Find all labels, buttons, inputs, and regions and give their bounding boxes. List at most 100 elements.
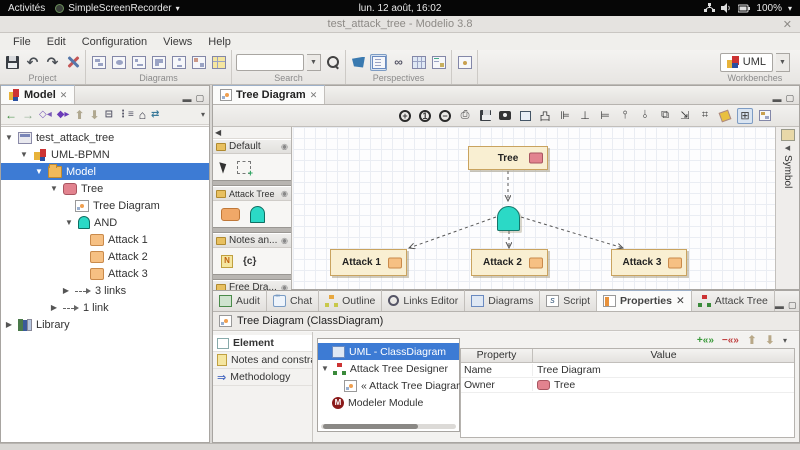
tab-properties[interactable]: Properties ✕	[597, 290, 692, 311]
menu-help[interactable]: Help	[201, 35, 238, 49]
tree-item-library[interactable]: ▶ Library	[1, 316, 209, 333]
table-row-owner[interactable]: Owner Tree	[461, 378, 794, 393]
menu-file[interactable]: File	[6, 35, 38, 49]
grid-toggle-button[interactable]: ⊞	[737, 107, 753, 124]
select-tool-icon[interactable]	[219, 160, 229, 174]
side-tab-element[interactable]: Element	[213, 335, 312, 352]
window-settings-button[interactable]	[456, 54, 473, 71]
column-property[interactable]: Property	[461, 349, 533, 362]
minimize-editor-button[interactable]: ▬	[772, 94, 781, 104]
search-dropdown-button[interactable]: ▼	[307, 53, 321, 71]
remove-stereotype-button[interactable]: −«»	[722, 335, 739, 346]
tree-item-attack1[interactable]: Attack 1	[1, 231, 209, 248]
properties-tab-close-icon[interactable]: ✕	[676, 295, 685, 307]
print-button[interactable]: ⎙	[457, 108, 473, 124]
workbench-selector[interactable]: UML	[719, 52, 773, 72]
table-menu-button[interactable]: ▾	[783, 336, 787, 345]
move-down-button[interactable]: ⬇	[90, 108, 100, 122]
align-left-button[interactable]: ⊫	[557, 108, 573, 124]
and-gate-tool-icon[interactable]	[250, 205, 265, 223]
node-attack-2[interactable]: Attack 2	[471, 249, 548, 276]
clock[interactable]: lun. 12 août, 16:02	[0, 3, 800, 14]
maximize-bottom-button[interactable]: ▢	[788, 300, 797, 311]
expand-arrow-icon[interactable]: ▼	[321, 364, 329, 373]
bpmn-diagram-button[interactable]	[190, 54, 207, 71]
side-tab-notes[interactable]: Notes and constraints	[213, 352, 312, 369]
window-close-button[interactable]: ✕	[783, 16, 792, 33]
tree-item-umlbpmn[interactable]: ▼ UML-BPMN	[1, 146, 209, 163]
tree-item-1link[interactable]: ▶ 1 link	[1, 299, 209, 316]
module-hscrollbar[interactable]	[321, 424, 456, 429]
sync-tree-button[interactable]: ⇄	[151, 109, 159, 120]
module-item-modeler-module[interactable]: M Modeler Module	[318, 394, 459, 411]
tab-model[interactable]: Model ✕	[1, 85, 76, 104]
diagram-properties-button[interactable]	[757, 108, 773, 124]
menu-edit[interactable]: Edit	[40, 35, 73, 49]
state-diagram-button[interactable]	[150, 54, 167, 71]
redo-button[interactable]: ↷	[44, 54, 61, 71]
format-painter-button[interactable]	[717, 108, 733, 124]
collapse-all-button[interactable]: ⊟	[105, 109, 113, 120]
link-with-editor-button[interactable]: ⋮≡	[118, 109, 134, 120]
pin-icon[interactable]: ◉	[281, 236, 288, 245]
center-horizontal-button[interactable]: ⫰	[637, 108, 653, 124]
search-input[interactable]	[236, 53, 304, 71]
minimize-bottom-button[interactable]: ▬	[775, 301, 784, 311]
module-item-uml-classdiagram[interactable]: UML - ClassDiagram	[318, 343, 459, 360]
node-attack-1[interactable]: Attack 1	[330, 249, 407, 276]
tab-diagrams[interactable]: Diagrams	[465, 290, 541, 311]
palette-section-attack-tree[interactable]: Attack Tree ◉	[213, 186, 291, 201]
add-stereotype-button[interactable]: +«»	[697, 335, 714, 346]
system-menu-chevron-icon[interactable]: ▾	[788, 4, 792, 13]
move-up-button[interactable]: ⬆	[747, 333, 757, 347]
view-menu-button[interactable]: ▾	[201, 110, 205, 119]
forward-button[interactable]: →	[22, 108, 34, 122]
column-value[interactable]: Value	[533, 349, 794, 362]
tree-item-project[interactable]: ▼ test_attack_tree	[1, 129, 209, 146]
pin-icon[interactable]: ◉	[281, 189, 288, 198]
palette-collapse-button[interactable]: ◀	[213, 127, 291, 139]
sequence-diagram-button[interactable]	[130, 54, 147, 71]
node-tree[interactable]: Tree	[468, 146, 548, 170]
fit-size-button[interactable]: ⇲	[677, 108, 693, 124]
tab-attack-tree[interactable]: Attack Tree	[692, 290, 775, 311]
frame-button[interactable]: ⌗	[697, 108, 713, 124]
table-row-name[interactable]: Name Tree Diagram	[461, 363, 794, 378]
constraint-tool-icon[interactable]: {c}	[243, 256, 256, 267]
zoom-100-button[interactable]: 1	[417, 108, 433, 124]
center-vertical-button[interactable]: ⫯	[617, 108, 633, 124]
same-size-button[interactable]: ⧉	[657, 108, 673, 124]
tab-script[interactable]: Script	[540, 290, 598, 311]
symbol-collapse-icon[interactable]: ◀	[785, 144, 790, 152]
minimize-explorer-button[interactable]: ▬	[182, 94, 191, 104]
tab-chat[interactable]: Chat	[267, 290, 320, 311]
tab-links-editor[interactable]: Links Editor	[382, 290, 466, 311]
module-item-attack-tree-diagram[interactable]: « Attack Tree Diagram »	[318, 377, 474, 394]
model-perspective-button[interactable]	[350, 54, 367, 71]
node-and-gate[interactable]	[497, 206, 520, 231]
pin-icon[interactable]: ◉	[281, 142, 288, 151]
tab-tree-diagram[interactable]: Tree Diagram ✕	[213, 85, 326, 104]
zoom-in-button[interactable]: +	[397, 108, 413, 124]
marquee-tool-icon[interactable]	[237, 160, 253, 178]
back-button[interactable]: ←	[5, 108, 17, 122]
menu-configuration[interactable]: Configuration	[75, 35, 154, 49]
tab-symbol[interactable]: Symbol	[782, 155, 793, 188]
align-right-button[interactable]: ⊨	[597, 108, 613, 124]
links-perspective-button[interactable]: ∞	[390, 54, 407, 71]
diagram-canvas[interactable]: Tree Attack 1 Attack 2 Attack 3	[293, 127, 775, 289]
move-down-button[interactable]: ⬇	[765, 333, 775, 347]
note-tool-icon[interactable]: N	[221, 254, 233, 268]
activity-diagram-button[interactable]	[170, 54, 187, 71]
module-item-attack-tree-designer[interactable]: ▼ Attack Tree Designer	[318, 360, 459, 377]
configure-button[interactable]	[64, 54, 81, 71]
undo-button[interactable]: ↶	[24, 54, 41, 71]
tab-outline[interactable]: Outline	[319, 290, 383, 311]
class-diagram-button[interactable]	[90, 54, 107, 71]
hierarchy-perspective-button[interactable]	[430, 54, 447, 71]
align-bottom-button[interactable]: ⊥	[577, 108, 593, 124]
tree-item-tree[interactable]: ▼ Tree	[1, 180, 209, 197]
tree-item-tree-diagram[interactable]: Tree Diagram	[1, 197, 209, 214]
palette-section-notes[interactable]: Notes an... ◉	[213, 233, 291, 248]
outline-perspective-button[interactable]	[370, 53, 387, 71]
